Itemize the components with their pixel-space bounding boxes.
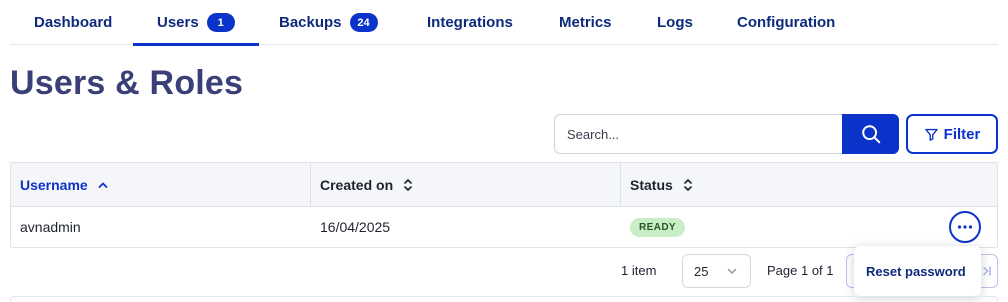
column-label: Status <box>630 177 673 193</box>
search-button[interactable] <box>842 114 899 154</box>
reset-password-menu-item[interactable]: Reset password <box>866 264 966 279</box>
search-icon <box>861 125 880 144</box>
more-horizontal-icon <box>957 225 973 229</box>
tab-bar: Dashboard Users 1 Backups 24 Integration… <box>10 0 998 46</box>
tab-logs[interactable]: Logs <box>657 0 693 45</box>
tab-users[interactable]: Users 1 <box>133 0 259 46</box>
tab-dashboard[interactable]: Dashboard <box>34 0 112 45</box>
filter-button[interactable]: Filter <box>906 114 998 154</box>
tab-label: Dashboard <box>34 14 113 31</box>
cell-status: READY <box>621 207 997 247</box>
tab-label: Metrics <box>559 14 612 31</box>
page-title: Users & Roles <box>10 64 244 102</box>
column-header-created-on[interactable]: Created on <box>311 163 621 207</box>
status-badge: READY <box>630 217 686 237</box>
tab-integrations[interactable]: Integrations <box>427 0 513 45</box>
row-actions-button[interactable] <box>949 211 981 243</box>
row-actions-menu: Reset password <box>854 246 981 296</box>
tab-label: Integrations <box>427 14 513 31</box>
tab-label: Backups <box>279 14 342 31</box>
sort-icon <box>682 178 694 192</box>
count-badge: 1 <box>206 13 235 32</box>
count-badge: 24 <box>349 13 378 32</box>
page-size-select[interactable]: 25 <box>682 254 751 288</box>
column-header-status[interactable]: Status <box>621 163 997 207</box>
item-count: 1 item <box>621 263 657 278</box>
tab-label: Users <box>157 14 199 31</box>
page-size-value: 25 <box>694 263 709 279</box>
column-label: Username <box>20 177 88 193</box>
table-row: avnadmin 16/04/2025 READY <box>11 207 997 247</box>
column-label: Created on <box>320 177 394 193</box>
next-section-edge <box>10 296 998 302</box>
cell-created-on: 16/04/2025 <box>320 219 391 235</box>
sort-ascending-icon <box>97 179 109 191</box>
filter-icon <box>924 128 938 141</box>
tab-label: Configuration <box>737 14 836 31</box>
sort-icon <box>402 178 414 192</box>
column-header-username[interactable]: Username <box>11 163 311 207</box>
users-table: Username Created on Status avnadmin 16/0… <box>10 162 998 248</box>
tab-label: Logs <box>657 14 693 31</box>
tab-backups[interactable]: Backups 24 <box>279 0 378 45</box>
tab-metrics[interactable]: Metrics <box>559 0 612 45</box>
page-indicator: Page 1 of 1 <box>767 263 834 278</box>
filter-label: Filter <box>943 125 981 143</box>
tab-configuration[interactable]: Configuration <box>737 0 835 45</box>
search-bar <box>554 114 899 154</box>
cell-username: avnadmin <box>20 219 81 235</box>
last-page-icon <box>982 266 991 276</box>
chevron-down-icon <box>727 268 737 274</box>
table-header: Username Created on Status <box>11 163 997 207</box>
search-input[interactable] <box>554 114 844 154</box>
